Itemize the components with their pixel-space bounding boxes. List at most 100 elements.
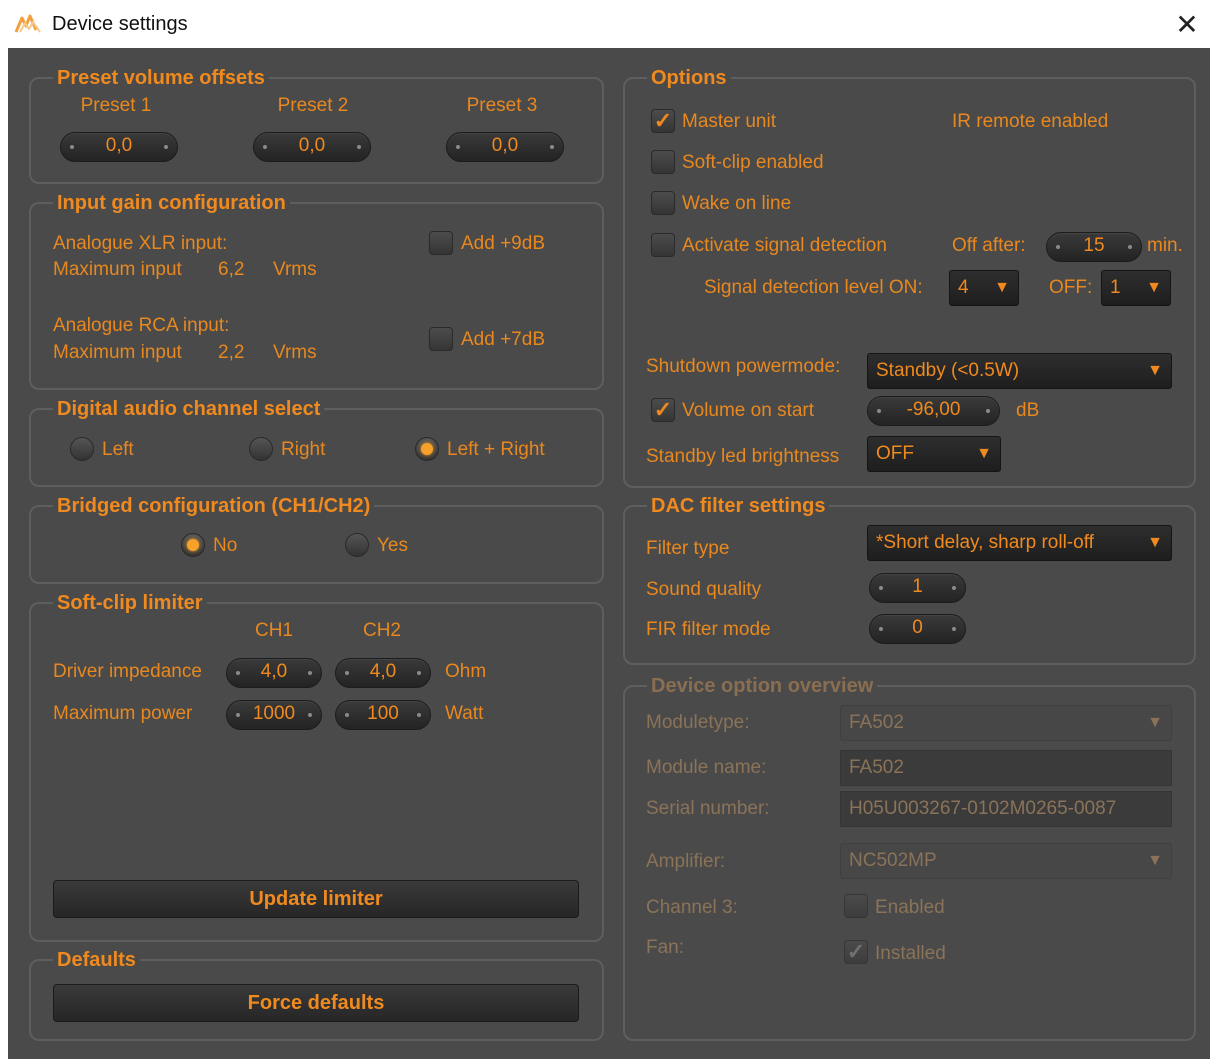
signal-detection-checkbox[interactable] bbox=[651, 233, 675, 257]
settings-panel: Preset volume offsets Preset 1 Preset 2 … bbox=[8, 48, 1210, 1059]
detection-level-on-select[interactable]: 4 ▼ bbox=[949, 270, 1019, 306]
rca-max-label: Maximum input bbox=[53, 342, 182, 363]
module-name-label: Module name: bbox=[646, 757, 767, 778]
power-ch1-spinner[interactable]: 1000 bbox=[226, 700, 322, 730]
channel3-label: Channel 3: bbox=[646, 897, 738, 918]
sound-quality-spinner[interactable]: 1 bbox=[869, 573, 966, 603]
led-brightness-select[interactable]: OFF ▼ bbox=[867, 436, 1001, 472]
group-title: Digital audio channel select bbox=[53, 396, 325, 422]
filter-type-label: Filter type bbox=[646, 538, 730, 559]
xlr-unit: Vrms bbox=[273, 259, 317, 280]
off-after-label: Off after: bbox=[952, 235, 1026, 256]
window-border bbox=[0, 48, 8, 1059]
fir-filter-mode-spinner[interactable]: 0 bbox=[869, 614, 966, 644]
volume-unit: dB bbox=[1016, 400, 1040, 421]
maximum-power-label: Maximum power bbox=[53, 703, 193, 724]
wake-on-line-label: Wake on line bbox=[682, 193, 792, 214]
ch2-header: CH2 bbox=[362, 620, 401, 641]
add-7db-checkbox[interactable] bbox=[429, 327, 453, 351]
preset-2-label: Preset 2 bbox=[277, 95, 349, 116]
signal-detection-label: Activate signal detection bbox=[682, 235, 887, 256]
driver-impedance-label: Driver impedance bbox=[53, 661, 202, 682]
force-defaults-button[interactable]: Force defaults bbox=[53, 984, 579, 1022]
rca-input-label: Analogue RCA input: bbox=[53, 315, 230, 336]
group-title: Device option overview bbox=[647, 673, 878, 699]
group-title: Defaults bbox=[53, 947, 140, 973]
preset-3-spinner[interactable]: 0,0 bbox=[446, 132, 564, 162]
group-title: Bridged configuration (CH1/CH2) bbox=[53, 493, 375, 519]
group-title: Preset volume offsets bbox=[53, 65, 269, 91]
bridged-group: Bridged configuration (CH1/CH2) bbox=[29, 493, 604, 584]
moduletype-select: FA502 ▼ bbox=[840, 705, 1172, 741]
detection-level-off-label: OFF: bbox=[1049, 277, 1093, 298]
led-brightness-label: Standby led brightness bbox=[646, 446, 840, 467]
fan-installed-label: Installed bbox=[875, 943, 946, 964]
impedance-ch1-spinner[interactable]: 4,0 bbox=[226, 658, 322, 688]
detection-level-on-label: Signal detection level ON: bbox=[704, 277, 923, 298]
chevron-down-icon: ▼ bbox=[1146, 279, 1162, 296]
chevron-down-icon: ▼ bbox=[1147, 852, 1163, 869]
add-9db-label: Add +9dB bbox=[461, 233, 545, 254]
module-name-field: FA502 bbox=[840, 750, 1172, 786]
ir-remote-label: IR remote enabled bbox=[952, 111, 1109, 132]
update-limiter-button[interactable]: Update limiter bbox=[53, 880, 579, 918]
detection-level-off-select[interactable]: 1 ▼ bbox=[1101, 270, 1171, 306]
amplifier-label: Amplifier: bbox=[646, 851, 726, 872]
master-unit-checkbox[interactable]: ✓ bbox=[651, 109, 675, 133]
chevron-down-icon: ▼ bbox=[976, 445, 992, 462]
filter-type-select[interactable]: *Short delay, sharp roll-off ▼ bbox=[867, 525, 1172, 561]
power-ch2-spinner[interactable]: 100 bbox=[335, 700, 431, 730]
xlr-input-label: Analogue XLR input: bbox=[53, 233, 228, 254]
add-7db-label: Add +7dB bbox=[461, 329, 545, 350]
preset-1-label: Preset 1 bbox=[80, 95, 152, 116]
chevron-down-icon: ▼ bbox=[994, 279, 1010, 296]
window-title: Device settings bbox=[52, 13, 188, 35]
preset-2-spinner[interactable]: 0,0 bbox=[253, 132, 371, 162]
radio-right-label: Right bbox=[281, 439, 326, 460]
radio-left-label: Left bbox=[102, 439, 134, 460]
rca-unit: Vrms bbox=[273, 342, 317, 363]
volume-on-start-spinner[interactable]: -96,00 bbox=[867, 396, 1000, 426]
xlr-max-value: 6,2 bbox=[218, 259, 245, 280]
serial-number-label: Serial number: bbox=[646, 798, 770, 819]
radio-bridged-no[interactable] bbox=[181, 533, 205, 557]
chevron-down-icon: ▼ bbox=[1147, 534, 1163, 551]
radio-right[interactable] bbox=[249, 437, 273, 461]
fir-filter-mode-label: FIR filter mode bbox=[646, 619, 771, 640]
fan-label: Fan: bbox=[646, 937, 685, 958]
group-title: DAC filter settings bbox=[647, 493, 830, 519]
group-title: Soft-clip limiter bbox=[53, 590, 207, 616]
radio-bridged-no-label: No bbox=[213, 535, 238, 556]
preset-3-label: Preset 3 bbox=[466, 95, 538, 116]
serial-number-field: H05U003267-0102M0265-0087 bbox=[840, 791, 1172, 827]
fan-installed-checkbox: ✓ bbox=[844, 940, 868, 964]
radio-bridged-yes-label: Yes bbox=[377, 535, 408, 556]
radio-left[interactable] bbox=[70, 437, 94, 461]
group-title: Input gain configuration bbox=[53, 190, 290, 216]
shutdown-powermode-select[interactable]: Standby (<0.5W) ▼ bbox=[867, 353, 1172, 389]
amplifier-select: NC502MP ▼ bbox=[840, 843, 1172, 879]
add-9db-checkbox[interactable] bbox=[429, 231, 453, 255]
ch1-header: CH1 bbox=[254, 620, 293, 641]
close-icon[interactable]: ✕ bbox=[1170, 8, 1204, 42]
wake-on-line-checkbox[interactable] bbox=[651, 191, 675, 215]
radio-left-right-label: Left + Right bbox=[447, 439, 545, 460]
volume-on-start-checkbox[interactable]: ✓ bbox=[651, 398, 675, 422]
softclip-enabled-label: Soft-clip enabled bbox=[682, 152, 824, 173]
channel3-enabled-label: Enabled bbox=[875, 897, 945, 918]
off-after-spinner[interactable]: 15 bbox=[1046, 232, 1142, 262]
title-bar: Device settings ✕ bbox=[0, 0, 1210, 48]
rca-max-value: 2,2 bbox=[218, 342, 245, 363]
moduletype-label: Moduletype: bbox=[646, 712, 750, 733]
preset-1-spinner[interactable]: 0,0 bbox=[60, 132, 178, 162]
impedance-ch2-spinner[interactable]: 4,0 bbox=[335, 658, 431, 688]
chevron-down-icon: ▼ bbox=[1147, 714, 1163, 731]
xlr-max-label: Maximum input bbox=[53, 259, 182, 280]
radio-left-right[interactable] bbox=[415, 437, 439, 461]
shutdown-powermode-label: Shutdown powermode: bbox=[646, 356, 841, 377]
group-title: Options bbox=[647, 65, 731, 91]
sound-quality-label: Sound quality bbox=[646, 579, 762, 600]
impedance-unit: Ohm bbox=[445, 661, 487, 682]
softclip-enabled-checkbox[interactable] bbox=[651, 150, 675, 174]
radio-bridged-yes[interactable] bbox=[345, 533, 369, 557]
